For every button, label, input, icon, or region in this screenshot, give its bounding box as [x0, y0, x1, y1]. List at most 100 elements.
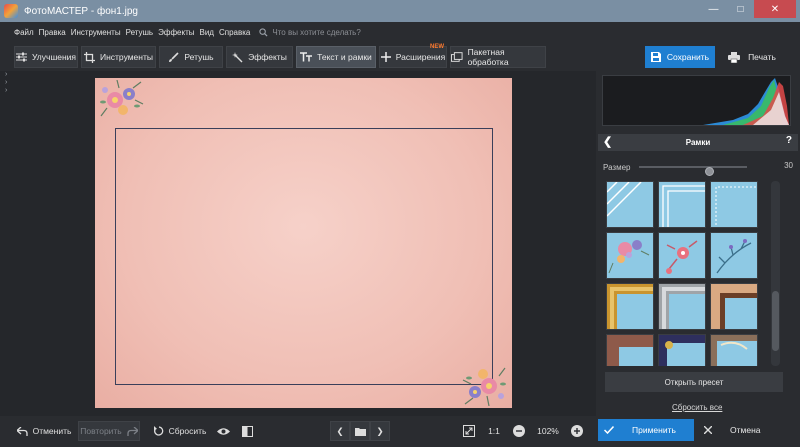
frame-preset[interactable]: [658, 181, 706, 228]
sliders-icon: [15, 52, 27, 62]
photo-preview[interactable]: [95, 78, 512, 408]
tab-label: Пакетная обработка: [467, 47, 509, 67]
reset-button[interactable]: Сбросить: [152, 421, 208, 441]
floppy-disk-icon: [650, 52, 661, 62]
help-icon[interactable]: ?: [786, 135, 792, 146]
reset-label: Сбросить: [168, 426, 207, 436]
frame-preset[interactable]: [710, 181, 758, 228]
print-button[interactable]: Печать: [718, 46, 786, 68]
frame-preset[interactable]: [710, 232, 758, 279]
zoom-in-button[interactable]: [568, 421, 586, 441]
minimize-icon[interactable]: —: [700, 0, 727, 18]
search-placeholder: Что вы хотите сделать?: [272, 27, 361, 37]
frame-preset[interactable]: [658, 283, 706, 330]
tab-batch-processing[interactable]: Пакетная обработка: [450, 46, 546, 68]
scrollbar-thumb[interactable]: [772, 291, 779, 351]
floral-corner-top-left: [100, 80, 144, 117]
menu-edit[interactable]: Правка: [39, 28, 66, 37]
fit-to-screen-button[interactable]: [460, 421, 478, 441]
chevron-right-icon: ›: [5, 87, 8, 94]
open-folder-button[interactable]: [350, 421, 370, 441]
crop-icon: [83, 51, 95, 63]
floral-corner-bottom-right: [462, 367, 506, 406]
command-search[interactable]: Что вы хотите сделать?: [259, 27, 361, 37]
frame-preset[interactable]: [658, 232, 706, 279]
menu-view[interactable]: Вид: [199, 28, 213, 37]
next-image-button[interactable]: ❯: [370, 421, 390, 441]
frame-preset[interactable]: [658, 334, 706, 366]
chevron-right-icon: ›: [5, 71, 8, 78]
checkmark-icon: [604, 426, 614, 434]
menu-retouch[interactable]: Ретушь: [126, 28, 154, 37]
chevron-right-icon: ›: [5, 79, 8, 86]
tab-label: Эффекты: [248, 52, 287, 62]
apply-button[interactable]: Применить: [598, 419, 694, 441]
chevron-left-icon: ❮: [336, 425, 344, 436]
new-badge: NEW: [430, 44, 444, 50]
compare-toggle[interactable]: [238, 421, 256, 441]
maximize-icon[interactable]: □: [727, 0, 754, 18]
menu-file[interactable]: Файл: [14, 28, 34, 37]
tab-effects[interactable]: Эффекты: [226, 46, 293, 68]
compare-icon: [241, 425, 253, 437]
tab-enhancements[interactable]: Улучшения: [14, 46, 78, 68]
panel-header: ❮ Рамки ?: [598, 134, 798, 151]
brush-icon: [169, 51, 179, 62]
previous-image-button[interactable]: ❮: [330, 421, 350, 441]
cancel-button[interactable]: Отмена: [696, 419, 796, 441]
chevron-right-icon: ❯: [376, 425, 384, 436]
frame-preset[interactable]: [710, 283, 758, 330]
title-bar: ФотоМАСТЕР - фон1.jpg — □ ✕: [0, 0, 800, 22]
search-icon: [259, 27, 268, 37]
menu-bar: Файл Правка Инструменты Ретушь Эффекты В…: [0, 22, 800, 42]
minus-circle-icon: [513, 425, 525, 437]
frame-preset[interactable]: [606, 181, 654, 228]
undo-button[interactable]: Отменить: [14, 421, 74, 441]
zoom-value: 102%: [537, 426, 559, 436]
histogram: [602, 75, 791, 126]
frame-presets-grid: [606, 181, 762, 366]
histogram-graph: [703, 78, 789, 125]
menu-effects[interactable]: Эффекты: [158, 28, 194, 37]
slider-handle[interactable]: [705, 167, 714, 176]
frame-preset[interactable]: [606, 334, 654, 366]
save-label: Сохранить: [666, 52, 710, 62]
cancel-label: Отмена: [730, 425, 761, 435]
frame-preset[interactable]: [710, 334, 758, 366]
menu-tools[interactable]: Инструменты: [71, 28, 121, 37]
preview-toggle[interactable]: [214, 421, 232, 441]
tab-label: Улучшения: [31, 52, 77, 62]
tab-tools[interactable]: Инструменты: [81, 46, 156, 68]
bottom-bar: Отменить Повторить Сбросить ❮ ❯ 1:1 102%: [0, 416, 596, 447]
zoom-out-button[interactable]: [510, 421, 528, 441]
tab-label: Текст и рамки: [317, 52, 372, 62]
open-preset-button[interactable]: Открыть пресет: [605, 372, 783, 392]
presets-scrollbar[interactable]: [771, 181, 780, 366]
redo-label: Повторить: [80, 426, 122, 436]
left-panel-toggle[interactable]: › › ›: [0, 71, 14, 411]
frame-preset[interactable]: [606, 283, 654, 330]
actual-size-button[interactable]: 1:1: [484, 421, 504, 441]
menu-help[interactable]: Справка: [219, 28, 250, 37]
plus-icon: [380, 52, 391, 62]
close-icon[interactable]: ✕: [754, 0, 796, 18]
save-button[interactable]: Сохранить: [645, 46, 715, 68]
tab-label: Расширения: [395, 52, 446, 62]
plus-circle-icon: [571, 425, 583, 437]
folder-icon: [354, 427, 366, 436]
tab-text-and-frames[interactable]: Текст и рамки: [296, 46, 376, 68]
text-icon: [300, 52, 313, 62]
tab-retouch[interactable]: Ретушь: [159, 46, 223, 68]
app-logo-icon: [4, 4, 18, 18]
size-slider[interactable]: [639, 166, 747, 176]
redo-button[interactable]: Повторить: [78, 421, 140, 441]
size-value: 30: [784, 161, 793, 170]
window-title: ФотоМАСТЕР - фон1.jpg: [24, 5, 138, 17]
apply-label: Применить: [632, 425, 676, 435]
size-label: Размер: [603, 162, 631, 172]
print-label: Печать: [748, 52, 776, 62]
back-arrow-icon[interactable]: ❮: [603, 135, 612, 148]
frame-preset[interactable]: [606, 232, 654, 279]
tab-extensions[interactable]: Расширения NEW: [379, 44, 447, 68]
reset-all-link[interactable]: Сбросить все: [672, 403, 722, 412]
